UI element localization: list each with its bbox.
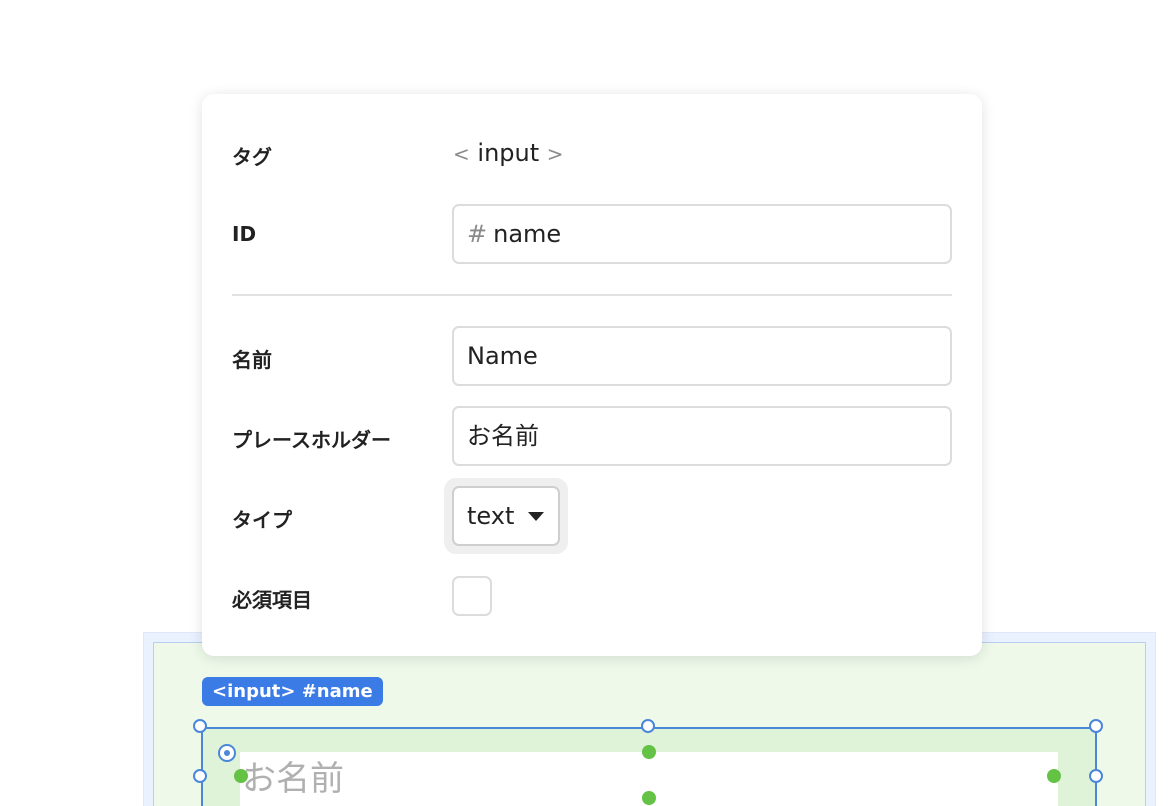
drag-handle-icon[interactable] bbox=[218, 744, 236, 762]
type-selected-value: text bbox=[467, 502, 515, 530]
resize-handle-middle-left[interactable] bbox=[193, 769, 207, 783]
padding-handle-top[interactable] bbox=[642, 745, 656, 759]
type-label: タイプ bbox=[232, 508, 292, 532]
resize-handle-top-right[interactable] bbox=[1089, 719, 1103, 733]
name-label: 名前 bbox=[232, 348, 272, 372]
placeholder-input[interactable]: お名前 bbox=[452, 406, 952, 466]
editor-canvas: <input> #name お名前 タグ < input > ID # name … bbox=[0, 0, 1172, 806]
section-divider bbox=[232, 294, 952, 296]
tag-label: タグ bbox=[232, 145, 272, 169]
id-input[interactable]: # name bbox=[452, 204, 952, 264]
required-label: 必須項目 bbox=[232, 588, 312, 612]
id-value: name bbox=[493, 220, 562, 248]
name-input[interactable]: Name bbox=[452, 326, 952, 386]
caret-down-icon bbox=[528, 512, 544, 521]
resize-handle-middle-right[interactable] bbox=[1089, 769, 1103, 783]
hash-icon: # bbox=[467, 220, 488, 248]
resize-handle-top-center[interactable] bbox=[641, 719, 655, 733]
padding-handle-right[interactable] bbox=[1047, 769, 1061, 783]
placeholder-label: プレースホルダー bbox=[232, 428, 391, 452]
element-properties-panel: タグ < input > ID # name 名前 Name プレースホルダー お… bbox=[202, 94, 982, 656]
tag-close-bracket: > bbox=[546, 142, 564, 166]
padding-handle-left[interactable] bbox=[234, 769, 248, 783]
id-label: ID bbox=[232, 222, 257, 246]
element-tag-badge: <input> #name bbox=[202, 677, 383, 706]
padding-handle-bottom[interactable] bbox=[642, 791, 656, 805]
type-select[interactable]: text bbox=[452, 486, 560, 546]
tag-value: < input > bbox=[453, 139, 564, 167]
required-checkbox[interactable] bbox=[452, 576, 492, 616]
tag-name: input bbox=[477, 139, 540, 167]
tag-open-bracket: < bbox=[453, 142, 470, 166]
resize-handle-top-left[interactable] bbox=[193, 719, 207, 733]
